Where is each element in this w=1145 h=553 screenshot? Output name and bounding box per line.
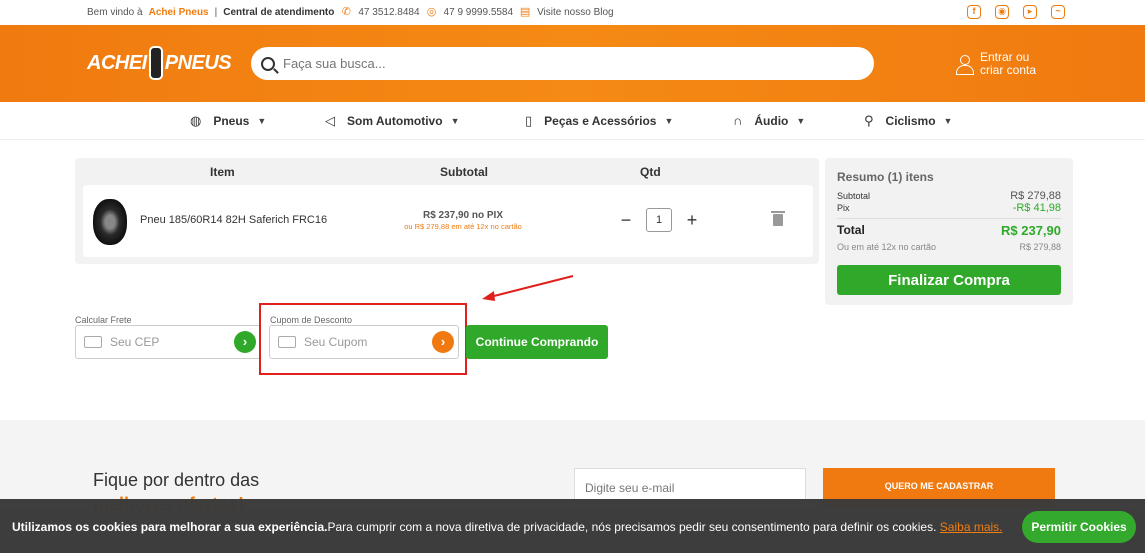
newsletter-title: Fique por dentro das — [93, 470, 260, 490]
cookie-body-text: Para cumprir com a nova diretiva de priv… — [327, 520, 937, 534]
cookie-bold-text: Utilizamos os cookies para melhorar a su… — [12, 520, 328, 534]
cookie-learn-more-link[interactable]: Saiba mais. — [940, 520, 1003, 534]
cookie-text: Utilizamos os cookies para melhorar a su… — [12, 520, 1003, 534]
cookie-banner: Utilizamos os cookies para melhorar a su… — [0, 499, 1145, 553]
allow-cookies-button[interactable]: Permitir Cookies — [1022, 511, 1136, 543]
